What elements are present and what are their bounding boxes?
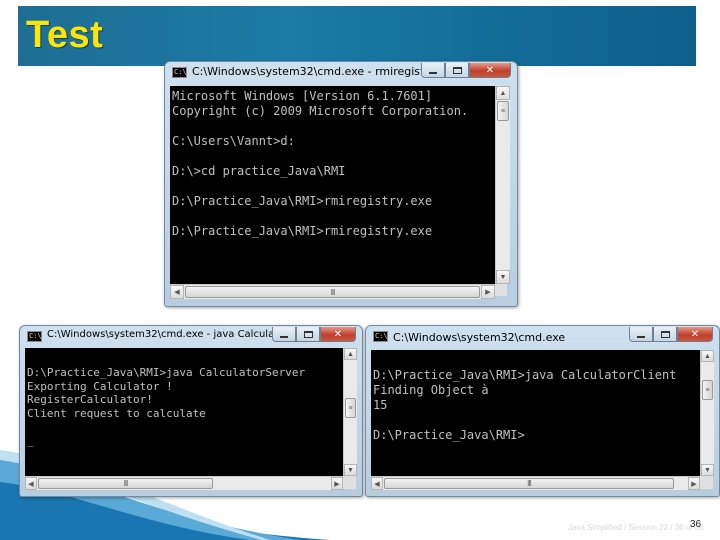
scroll-thumb[interactable]: III (185, 286, 480, 298)
slide-title: Test (26, 14, 104, 56)
scroll-thumb[interactable]: III (38, 478, 213, 489)
minimize-icon (637, 336, 645, 338)
close-icon: ✕ (690, 328, 700, 340)
console-cursor: _ (27, 433, 34, 447)
maximize-icon (660, 330, 670, 338)
maximize-button[interactable] (296, 327, 320, 342)
scroll-up-icon[interactable]: ▲ (701, 350, 714, 362)
close-icon: ✕ (333, 328, 343, 340)
cmd-app-icon[interactable]: C:\ (373, 331, 388, 342)
minimize-button[interactable] (272, 327, 296, 342)
console-line: D:\Practice_Java\RMI>java CalculatorServ… (27, 366, 306, 379)
scroll-thumb[interactable]: ≡ (345, 398, 356, 418)
resize-grip[interactable] (343, 476, 356, 489)
scroll-thumb[interactable]: ≡ (497, 101, 509, 121)
scroll-left-icon[interactable]: ◀ (170, 285, 184, 299)
console-line: Exporting Calculator ! (27, 379, 173, 393)
scroll-right-icon[interactable]: ▶ (688, 477, 700, 490)
console-output[interactable]: D:\Practice_Java\RMI>java CalculatorServ… (25, 348, 343, 476)
console-line: D:\>cd practice_Java\RMI (172, 164, 346, 178)
resize-grip[interactable] (700, 476, 713, 489)
cmd-app-icon[interactable]: C:\ (172, 67, 187, 78)
console-line: Finding Object à (373, 383, 489, 397)
scroll-left-icon[interactable]: ◀ (25, 477, 37, 490)
console-output[interactable]: Microsoft Windows [Version 6.1.7601] Cop… (170, 86, 495, 284)
minimize-icon (429, 72, 437, 74)
minimize-button[interactable] (629, 327, 653, 342)
scroll-down-icon[interactable]: ▼ (344, 464, 357, 476)
vertical-scrollbar[interactable]: ▲ ≡ ▼ (700, 350, 714, 476)
horizontal-scrollbar[interactable]: ◀ III ▶ (25, 476, 343, 490)
scroll-thumb[interactable]: ≡ (702, 380, 713, 400)
scroll-down-icon[interactable]: ▼ (496, 270, 510, 284)
title-bar[interactable]: C:\ C:\Windows\system32\cmd.exe ✕ (366, 326, 719, 348)
window-title: C:\Windows\system32\cmd.exe - rmiregistr… (192, 65, 422, 78)
vertical-scrollbar[interactable]: ▲ ≡ ▼ (495, 86, 510, 284)
scroll-down-icon[interactable]: ▼ (701, 464, 714, 476)
scroll-up-icon[interactable]: ▲ (496, 86, 510, 100)
vertical-scrollbar[interactable]: ▲ ≡ ▼ (343, 348, 357, 476)
minimize-icon (280, 336, 288, 338)
close-button[interactable]: ✕ (677, 327, 713, 342)
console-line: Copyright (c) 2009 Microsoft Corporation… (172, 104, 469, 118)
console-line: Client request to calculate (27, 406, 206, 420)
page-number: 36 (690, 519, 702, 530)
window-title: C:\Windows\system32\cmd.exe - java Calcu… (47, 329, 292, 340)
console-line: C:\Users\Vannt>d: (172, 134, 295, 148)
window-title: C:\Windows\system32\cmd.exe (393, 331, 566, 344)
console-line: D:\Practice_Java\RMI>rmiregistry.exe (172, 224, 433, 238)
console-line: D:\Practice_Java\RMI>rmiregistry.exe (172, 194, 433, 208)
resize-grip[interactable] (495, 284, 507, 296)
cmd-window-calculator-server[interactable]: C:\ C:\Windows\system32\cmd.exe - java C… (19, 325, 363, 497)
minimize-button[interactable] (421, 63, 445, 78)
console-line: D:\Practice_Java\RMI>java CalculatorClie… (373, 368, 677, 382)
scroll-up-icon[interactable]: ▲ (344, 348, 357, 360)
scroll-right-icon[interactable]: ▶ (331, 477, 343, 490)
maximize-icon (452, 66, 462, 74)
console-output[interactable]: D:\Practice_Java\RMI>java CalculatorClie… (371, 350, 700, 476)
console-line: Microsoft Windows [Version 6.1.7601] (172, 89, 433, 103)
console-line: D:\Practice_Java\RMI> (373, 428, 525, 442)
close-button[interactable]: ✕ (320, 327, 356, 342)
cmd-app-icon[interactable]: C:\ (27, 331, 42, 342)
title-bar[interactable]: C:\ C:\Windows\system32\cmd.exe - rmireg… (165, 62, 517, 84)
horizontal-scrollbar[interactable]: ◀ III ▶ (170, 284, 495, 299)
console-line: 15 (373, 398, 388, 412)
cmd-window-rmiregistry[interactable]: C:\ C:\Windows\system32\cmd.exe - rmireg… (164, 61, 518, 307)
cmd-window-calculator-client[interactable]: C:\ C:\Windows\system32\cmd.exe ✕ D:\Pra… (365, 325, 720, 497)
maximize-button[interactable] (445, 63, 469, 78)
maximize-button[interactable] (653, 327, 677, 342)
footer-text: Java Simplified / Session 22 / 36 of 36 (568, 523, 704, 532)
console-line: RegisterCalculator! (27, 393, 153, 406)
scroll-right-icon[interactable]: ▶ (481, 285, 495, 299)
horizontal-scrollbar[interactable]: ◀ III ▶ (371, 476, 700, 490)
title-bar[interactable]: C:\ C:\Windows\system32\cmd.exe - java C… (20, 326, 362, 348)
header-bar (18, 6, 696, 66)
scroll-thumb[interactable]: III (384, 478, 674, 489)
close-icon: ✕ (485, 64, 495, 76)
scroll-left-icon[interactable]: ◀ (371, 477, 383, 490)
close-button[interactable]: ✕ (469, 63, 511, 78)
maximize-icon (303, 330, 313, 338)
